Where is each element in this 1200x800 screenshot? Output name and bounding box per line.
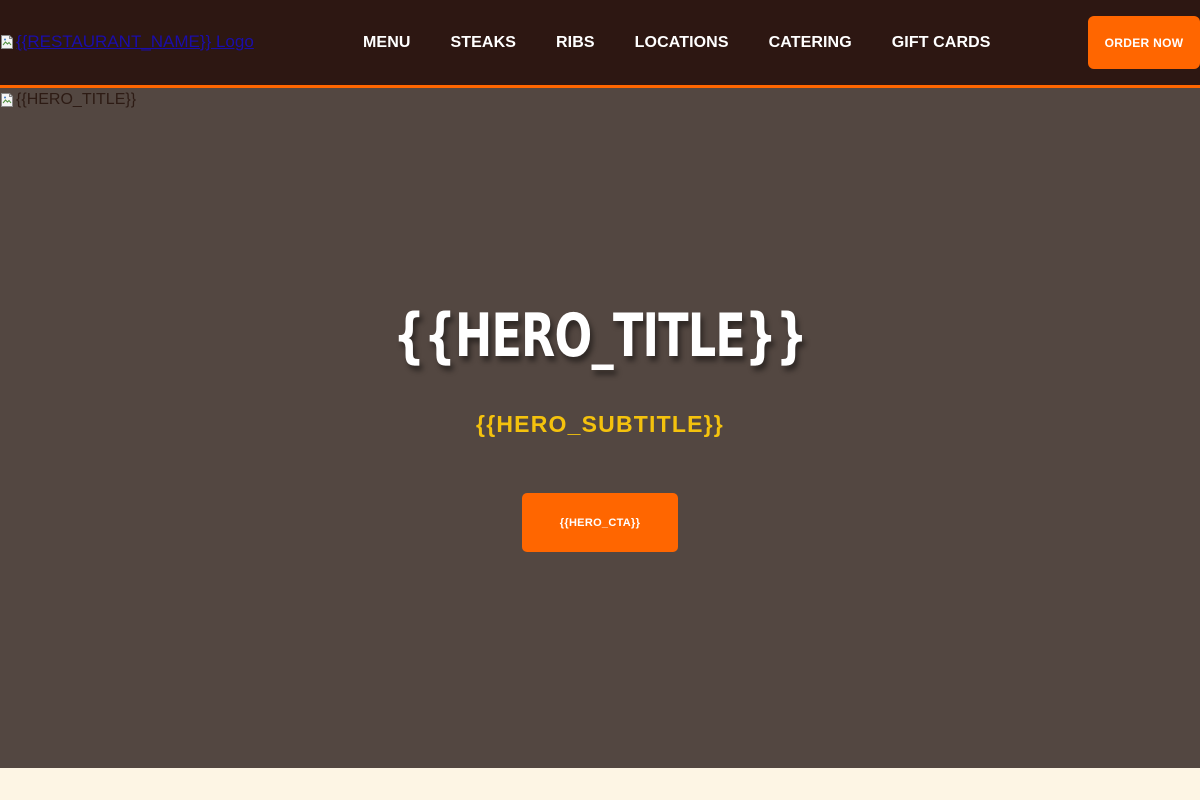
main-navigation: MENU STEAKS RIBS LOCATIONS CATERING GIFT… — [363, 0, 991, 85]
logo-link[interactable]: {{RESTAURANT_NAME}} Logo — [0, 32, 254, 52]
logo-alt-text: {{RESTAURANT_NAME}} Logo — [16, 32, 254, 51]
hero-section: {{HERO_TITLE}} {{HERO_TITLE}} {{HERO_SUB… — [0, 88, 1200, 768]
nav-locations-link[interactable]: LOCATIONS — [635, 34, 729, 52]
hero-subtitle: {{HERO_SUBTITLE}} — [476, 411, 724, 437]
nav-steaks-link[interactable]: STEAKS — [451, 34, 517, 52]
broken-image-icon — [1, 93, 13, 107]
broken-image-icon — [1, 35, 13, 49]
hero-title: {{HERO_TITLE}} — [393, 301, 807, 371]
nav-ribs-link[interactable]: RIBS — [556, 34, 595, 52]
site-header: {{RESTAURANT_NAME}} Logo MENU STEAKS RIB… — [0, 0, 1200, 88]
hero-image-alt-text: {{HERO_TITLE}} — [16, 91, 137, 108]
nav-gift-cards-link[interactable]: GIFT CARDS — [892, 34, 991, 52]
below-hero-section — [0, 768, 1200, 800]
nav-menu-link[interactable]: MENU — [363, 34, 411, 52]
hero-image-placeholder: {{HERO_TITLE}} — [0, 90, 136, 110]
order-now-button[interactable]: ORDER NOW — [1088, 16, 1200, 69]
nav-catering-link[interactable]: CATERING — [769, 34, 852, 52]
hero-cta-button[interactable]: {{HERO_CTA}} — [522, 493, 678, 552]
